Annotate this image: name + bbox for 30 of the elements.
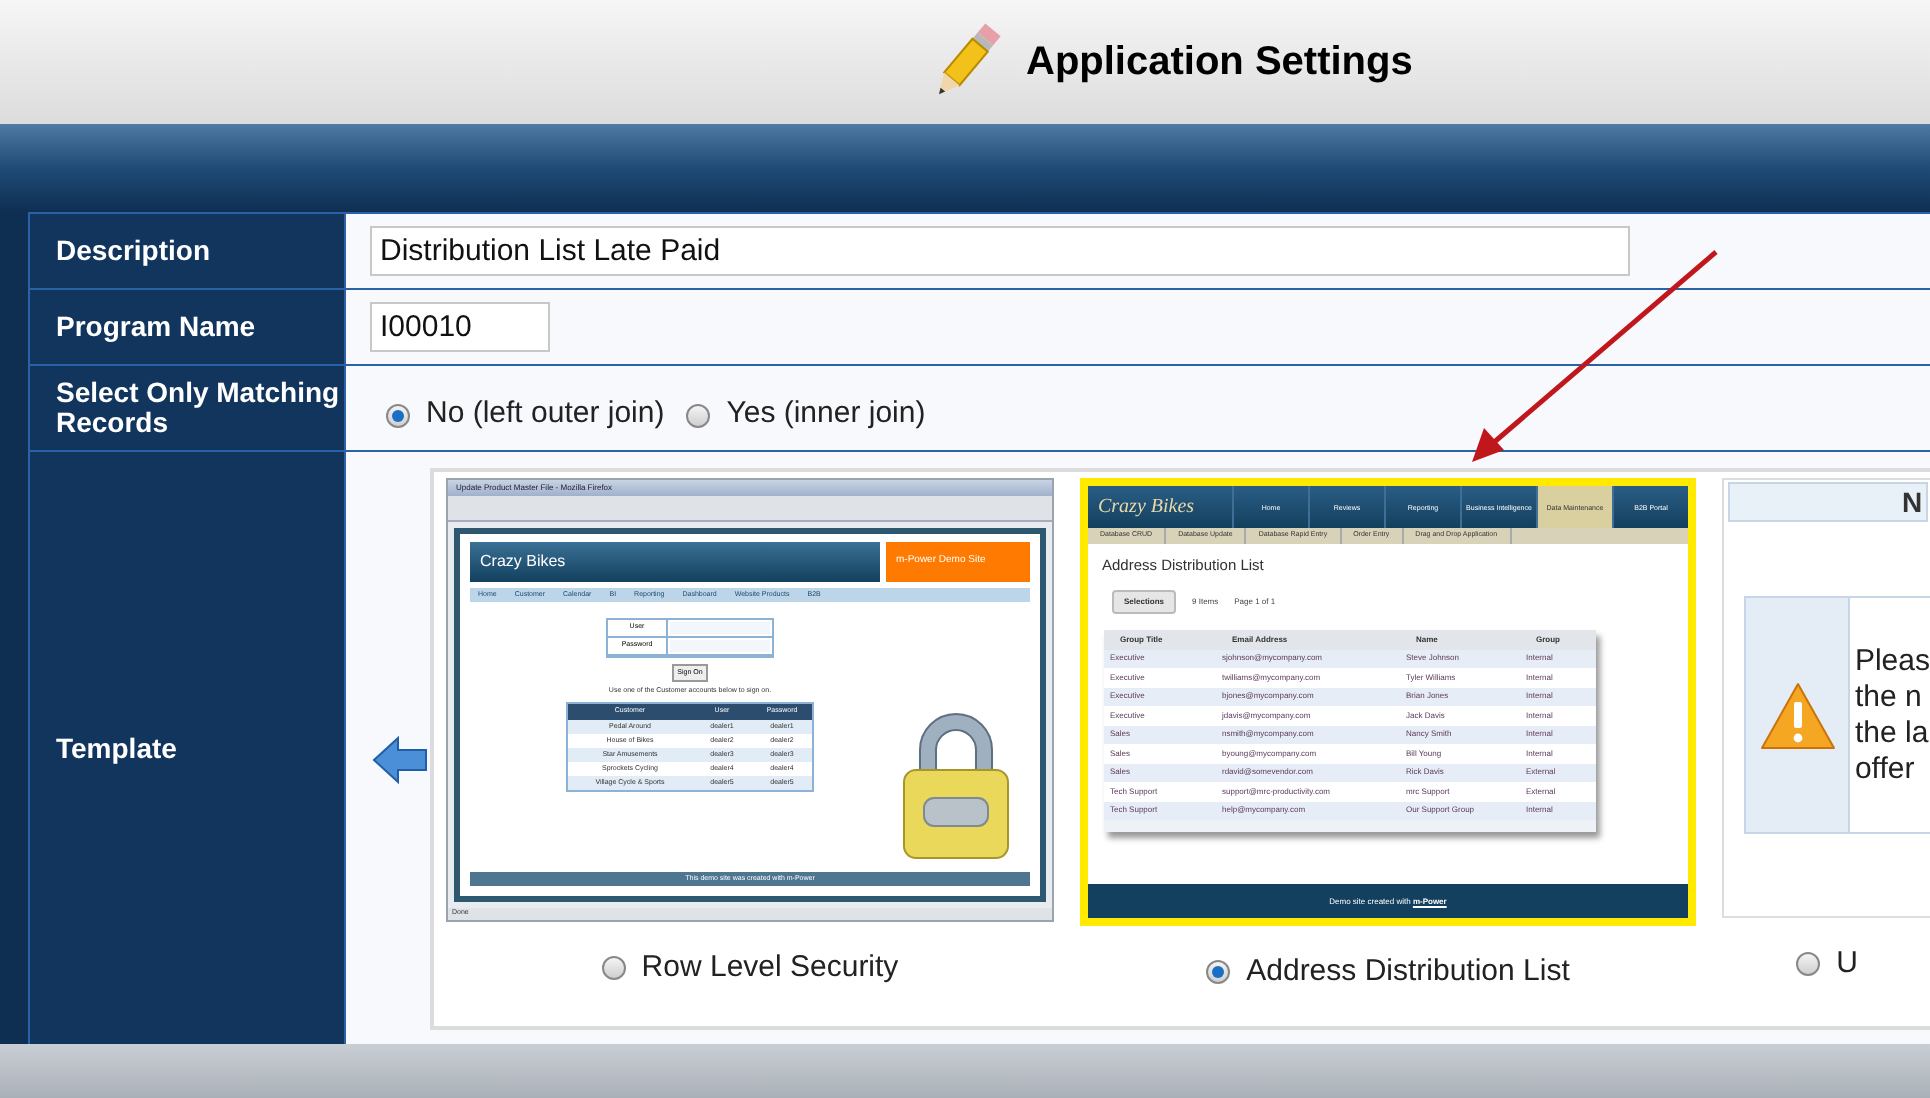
input-field[interactable] xyxy=(670,640,770,652)
left-arrow-icon[interactable] xyxy=(372,736,428,784)
radio-option[interactable]: No (left outer join) xyxy=(386,392,665,438)
preview-text: Crazy Bikes xyxy=(480,554,566,570)
template-preview[interactable] xyxy=(446,478,1054,922)
input-field[interactable] xyxy=(670,622,770,634)
radio-option[interactable]: Yes (inner join) xyxy=(686,392,926,438)
radio-option[interactable]: Address Distribution List xyxy=(1206,950,1570,995)
notice-heading: N xyxy=(1728,482,1928,522)
radio-option[interactable]: U xyxy=(1796,942,1858,987)
text-field[interactable]: I00010 xyxy=(370,302,550,352)
template-preview[interactable]: N Pleas the n the la offer xyxy=(1722,478,1930,918)
field-label: Template xyxy=(30,452,346,1044)
notice-text: the la xyxy=(1854,715,1930,751)
radio-option[interactable]: Row Level Security xyxy=(601,946,899,991)
warning-icon xyxy=(1759,681,1836,749)
text-field[interactable]: Distribution List Late Paid xyxy=(370,226,1630,276)
radio-button[interactable] xyxy=(601,956,626,981)
notice-text: offer xyxy=(1854,751,1917,787)
radio-button[interactable] xyxy=(1206,960,1231,985)
notice-text: Pleas xyxy=(1854,643,1930,679)
field-label: Description xyxy=(30,214,346,288)
page-title: Application Settings xyxy=(1026,38,1413,88)
radio-button[interactable] xyxy=(686,403,711,427)
notice-text: the n xyxy=(1854,679,1924,715)
radio-button[interactable] xyxy=(1796,952,1821,977)
field-label: Select Only Matching Records xyxy=(30,366,346,450)
radio-button[interactable] xyxy=(386,403,410,427)
site-logo: Crazy Bikes xyxy=(1096,494,1197,522)
field-label: Program Name xyxy=(30,290,346,364)
